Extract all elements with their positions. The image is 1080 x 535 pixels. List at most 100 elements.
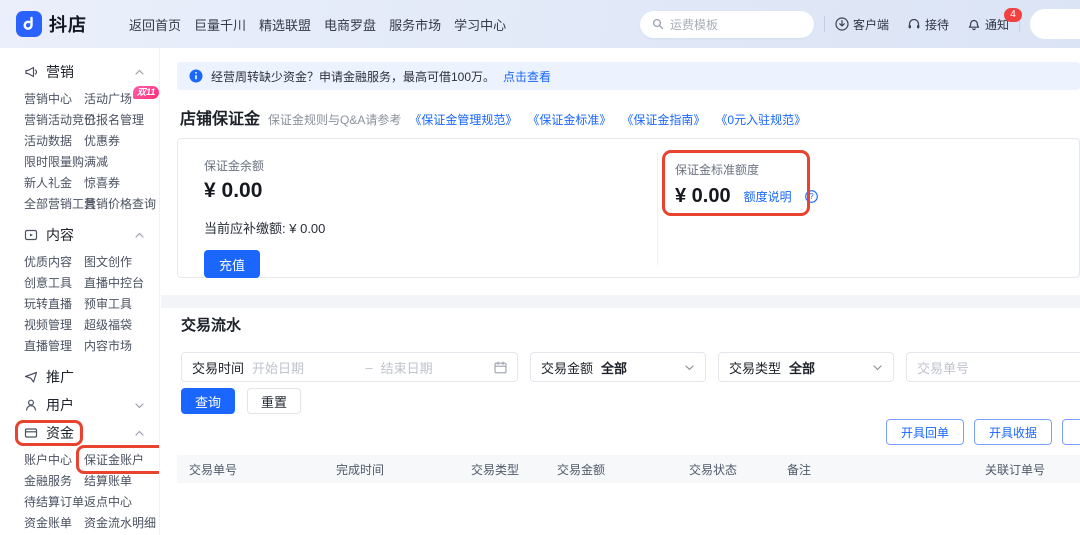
nav-item[interactable]: 服务市场: [389, 15, 441, 34]
sidebar-item-营销价格查询[interactable]: 营销价格查询: [84, 193, 159, 214]
export-button[interactable]: 导出: [1062, 419, 1080, 445]
deposit-balance-block: 保证金余额 ¥ 0.00 当前应补缴额: ¥ 0.00 充值: [204, 157, 325, 278]
rule-link[interactable]: 《保证金管理规范》: [409, 111, 517, 128]
sidebar-item-全部营销工具[interactable]: 全部营销工具: [24, 193, 84, 214]
start-date-placeholder: 开始日期: [252, 358, 357, 377]
balance-label: 保证金余额: [204, 157, 325, 174]
rule-link[interactable]: 《保证金标准》: [527, 111, 611, 128]
rule-link[interactable]: 《保证金指南》: [621, 111, 705, 128]
sidebar-item-新人礼金[interactable]: 新人礼金: [24, 172, 84, 193]
nav-item[interactable]: 精选联盟: [259, 15, 311, 34]
balance-value: ¥ 0.00: [204, 179, 325, 203]
rule-link[interactable]: 《0元入驻规范》: [715, 111, 806, 128]
sidebar-section-items: 账户中心保证金账户金融服务结算账单待结算订单返点中心资金账单资金流水明细发票管理…: [0, 449, 159, 535]
client-download-icon: [835, 17, 849, 31]
sidebar-section-label: 推广: [46, 367, 74, 387]
sidebar-section-资金[interactable]: 资金: [0, 421, 159, 445]
sidebar-item-资金账单[interactable]: 资金账单: [24, 512, 84, 533]
shop-profile-pill[interactable]: [1030, 9, 1080, 39]
sidebar-item-玩转直播[interactable]: 玩转直播: [24, 293, 84, 314]
sidebar-item-资金流水明细[interactable]: 资金流水明细: [84, 512, 159, 533]
sidebar-item-待结算订单[interactable]: 待结算订单: [24, 491, 84, 512]
recharge-button[interactable]: 充值: [204, 250, 260, 278]
search-placeholder: 运费模板: [670, 16, 718, 33]
order-input-placeholder: 交易单号: [917, 358, 969, 377]
table-header-交易金额: 交易金额: [557, 461, 689, 478]
table-header-交易状态: 交易状态: [689, 461, 787, 478]
sidebar-section-营销[interactable]: 营销: [0, 60, 159, 84]
sidebar-item-视频管理[interactable]: 视频管理: [24, 314, 84, 335]
header-action-通知[interactable]: 通知4: [967, 16, 1009, 33]
transaction-type-filter[interactable]: 交易类型 全部: [718, 352, 894, 382]
sidebar-item-直播管理[interactable]: 直播管理: [24, 335, 84, 356]
end-date-placeholder: 结束日期: [381, 358, 486, 377]
table-header-完成时间: 完成时间: [336, 461, 471, 478]
sidebar-item-结算账单[interactable]: 结算账单: [84, 470, 159, 491]
funds-icon: [24, 426, 38, 440]
sidebar-item-返点中心[interactable]: 返点中心: [84, 491, 159, 512]
transaction-time-filter[interactable]: 交易时间 开始日期 – 结束日期: [181, 352, 518, 382]
issue-receipt-button[interactable]: 开具回单: [886, 419, 964, 445]
main-content: 经营周转缺少资金？申请金融服务，最高可借100万。 点击查看 店铺保证金 保证金…: [161, 48, 1080, 535]
header-action-接待[interactable]: 接待: [907, 16, 949, 33]
chevron-up-icon: [134, 67, 145, 78]
sidebar-item-活动广场[interactable]: 活动广场双11: [84, 88, 159, 109]
sidebar-item-惊喜券[interactable]: 惊喜券: [84, 172, 159, 193]
chevron-down-icon: [872, 362, 883, 373]
sidebar-item-保证金账户[interactable]: 保证金账户: [84, 449, 159, 470]
sidebar-item-图文创作[interactable]: 图文创作: [84, 251, 159, 272]
sidebar-item-创意工具[interactable]: 创意工具: [24, 272, 84, 293]
amount-filter-value: 全部: [601, 358, 627, 377]
section-divider-band: [161, 295, 1080, 308]
question-icon[interactable]: ?: [805, 190, 818, 203]
sidebar-item-已报名管理[interactable]: 已报名管理: [84, 109, 159, 130]
transactions-title: 交易流水: [181, 314, 241, 335]
sidebar-item-内容市场[interactable]: 内容市场: [84, 335, 159, 356]
nav-item[interactable]: 电商罗盘: [324, 15, 376, 34]
sidebar-item-预审工具[interactable]: 预审工具: [84, 293, 159, 314]
query-button[interactable]: 查询: [181, 388, 235, 414]
sidebar-section-items: 优质内容图文创作创意工具直播中控台玩转直播预审工具视频管理超级福袋直播管理内容市…: [0, 251, 159, 356]
sidebar-item-营销中心[interactable]: 营销中心: [24, 88, 84, 109]
sidebar: 营销营销中心活动广场双11营销活动竞价已报名管理活动数据优惠券限时限量购满减新人…: [0, 48, 160, 535]
sidebar-item-营销活动竞价[interactable]: 营销活动竞价: [24, 109, 84, 130]
sidebar-item-活动数据[interactable]: 活动数据: [24, 130, 84, 151]
sidebar-item-金融服务[interactable]: 金融服务: [24, 470, 84, 491]
app-logo-text: 抖店: [49, 11, 87, 37]
nav-item[interactable]: 学习中心: [454, 15, 506, 34]
table-header-关联订单号: 关联订单号: [985, 461, 1080, 478]
sidebar-section-items: 营销中心活动广场双11营销活动竞价已报名管理活动数据优惠券限时限量购满减新人礼金…: [0, 88, 159, 214]
transactions-table-header: 交易单号完成时间交易类型交易金额交易状态备注关联订单号: [177, 455, 1080, 483]
header-nav: 返回首页巨量千川精选联盟电商罗盘服务市场学习中心: [129, 15, 506, 34]
sidebar-item-超级福袋[interactable]: 超级福袋: [84, 314, 159, 335]
issue-voucher-button[interactable]: 开具收据: [974, 419, 1052, 445]
sidebar-item-优惠券[interactable]: 优惠券: [84, 130, 159, 151]
sidebar-section-内容[interactable]: 内容: [0, 223, 159, 247]
megaphone-icon: [24, 65, 38, 79]
top-header: 抖店 返回首页巨量千川精选联盟电商罗盘服务市场学习中心 运费模板 客户端 接待 通知…: [0, 0, 1080, 48]
sidebar-section-wrap: 内容: [24, 225, 74, 245]
sidebar-item-优质内容[interactable]: 优质内容: [24, 251, 84, 272]
nav-item[interactable]: 返回首页: [129, 15, 181, 34]
nav-item[interactable]: 巨量千川: [194, 15, 246, 34]
chevron-down-icon: [684, 362, 695, 373]
sidebar-item-直播中控台[interactable]: 直播中控台: [84, 272, 159, 293]
sidebar-item-限时限量购[interactable]: 限时限量购: [24, 151, 84, 172]
sidebar-section-label: 内容: [46, 225, 74, 245]
sidebar-item-账户中心[interactable]: 账户中心: [24, 449, 84, 470]
header-action-label: 客户端: [853, 16, 889, 33]
standard-quota-block: 保证金标准额度 ¥ 0.00 额度说明 ?: [675, 161, 818, 208]
app-logo[interactable]: 抖店: [16, 11, 87, 37]
reset-button[interactable]: 重置: [247, 388, 301, 414]
quota-explain-link[interactable]: 额度说明: [744, 188, 792, 205]
doudian-logo-icon: [16, 11, 42, 37]
search-box[interactable]: 运费模板: [640, 11, 814, 38]
transaction-amount-filter[interactable]: 交易金额 全部: [530, 352, 706, 382]
sidebar-section-用户[interactable]: 用户: [0, 393, 159, 417]
sidebar-section-推广[interactable]: 推广: [0, 365, 159, 389]
alert-link[interactable]: 点击查看: [503, 68, 551, 85]
type-filter-label: 交易类型: [729, 358, 781, 377]
transaction-order-input[interactable]: 交易单号: [906, 352, 1080, 382]
sidebar-item-满减[interactable]: 满减: [84, 151, 159, 172]
header-action-客户端[interactable]: 客户端: [835, 16, 889, 33]
